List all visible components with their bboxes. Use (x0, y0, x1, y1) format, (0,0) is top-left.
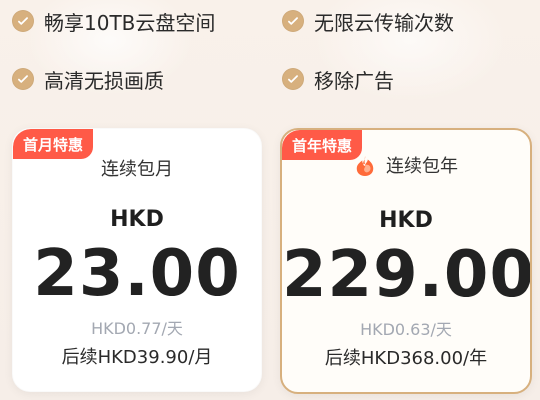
plan-renewal-price: 后续HKD368.00/年 (324, 348, 488, 369)
benefit-transfer: 无限云传输次数 (282, 4, 454, 38)
check-icon (12, 68, 34, 90)
check-icon (282, 68, 304, 90)
check-icon (282, 10, 304, 32)
benefit-storage: 畅享10TB云盘空间 (12, 4, 215, 38)
fire-icon (354, 154, 376, 176)
plan-daily-price: HKD0.77/天 (91, 319, 183, 338)
plan-title: 连续包年 (386, 156, 458, 177)
plan-renewal-price: 后续HKD39.90/月 (61, 347, 213, 368)
benefit-label: 畅享10TB云盘空间 (44, 10, 216, 35)
check-icon (12, 10, 34, 32)
plan-price: 23.00 (33, 237, 241, 311)
benefit-no-ads: 移除广告 (282, 62, 394, 96)
plan-title: 连续包月 (101, 159, 173, 180)
plan-title-row: 连续包年 (282, 152, 530, 178)
plan-currency: HKD (379, 208, 433, 233)
benefit-label: 高清无损画质 (44, 68, 164, 93)
plan-currency: HKD (110, 207, 164, 232)
benefit-label: 移除广告 (314, 68, 394, 93)
plan-card-monthly[interactable]: 首月特惠 连续包月 HKD 23.00 HKD0.77/天 后续HKD39.90… (12, 128, 262, 392)
benefit-quality: 高清无损画质 (12, 62, 164, 96)
plan-card-yearly[interactable]: 首年特惠 连续包年 HKD 229.00 HKD0.63/天 后续HKD368.… (280, 128, 532, 394)
benefit-label: 无限云传输次数 (314, 10, 454, 35)
plan-daily-price: HKD0.63/天 (360, 320, 452, 339)
plan-price: 229.00 (282, 238, 532, 312)
